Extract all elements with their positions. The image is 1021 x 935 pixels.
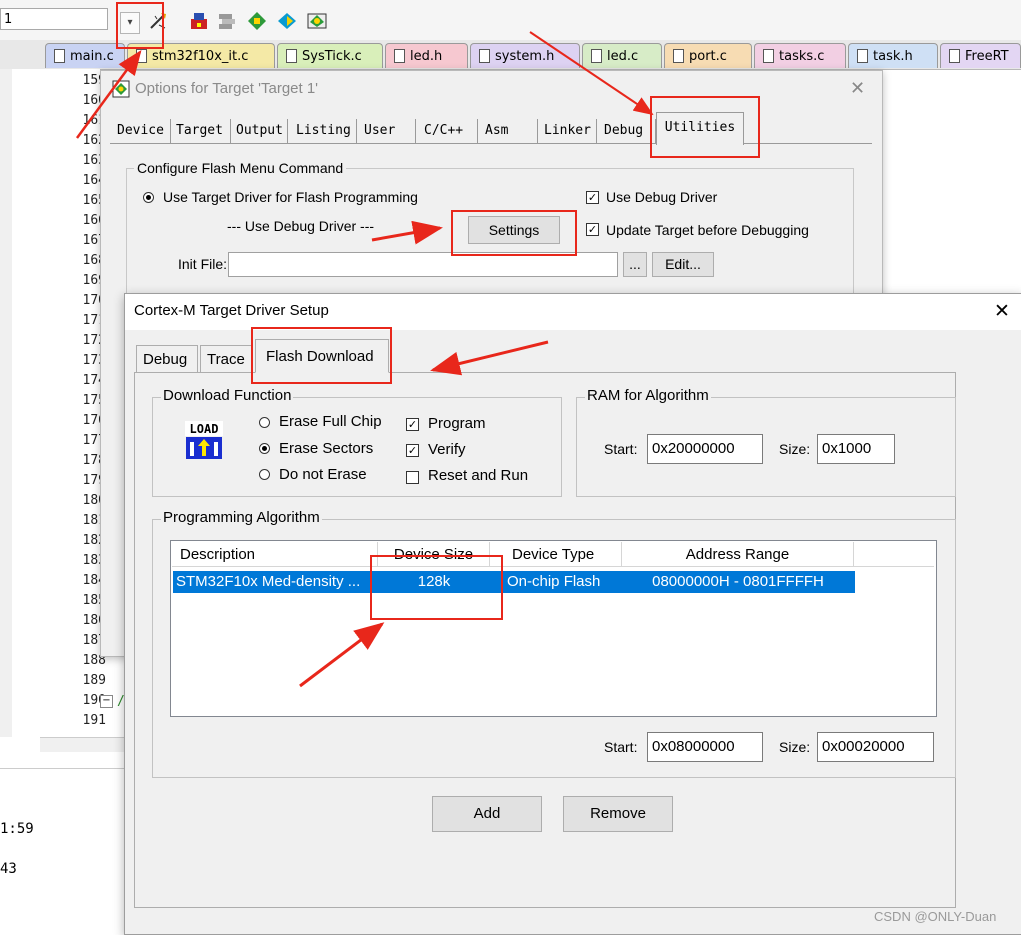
annotation-arrows [75,31,654,688]
watermark: CSDN @ONLY-Duan [874,909,997,924]
arrow-to-settings [371,220,443,245]
arrow-to-device-size [299,622,385,688]
arrow-to-utilities [529,31,654,116]
arrow-to-flash-download [430,340,549,376]
arrow-to-toolbar [75,49,142,139]
